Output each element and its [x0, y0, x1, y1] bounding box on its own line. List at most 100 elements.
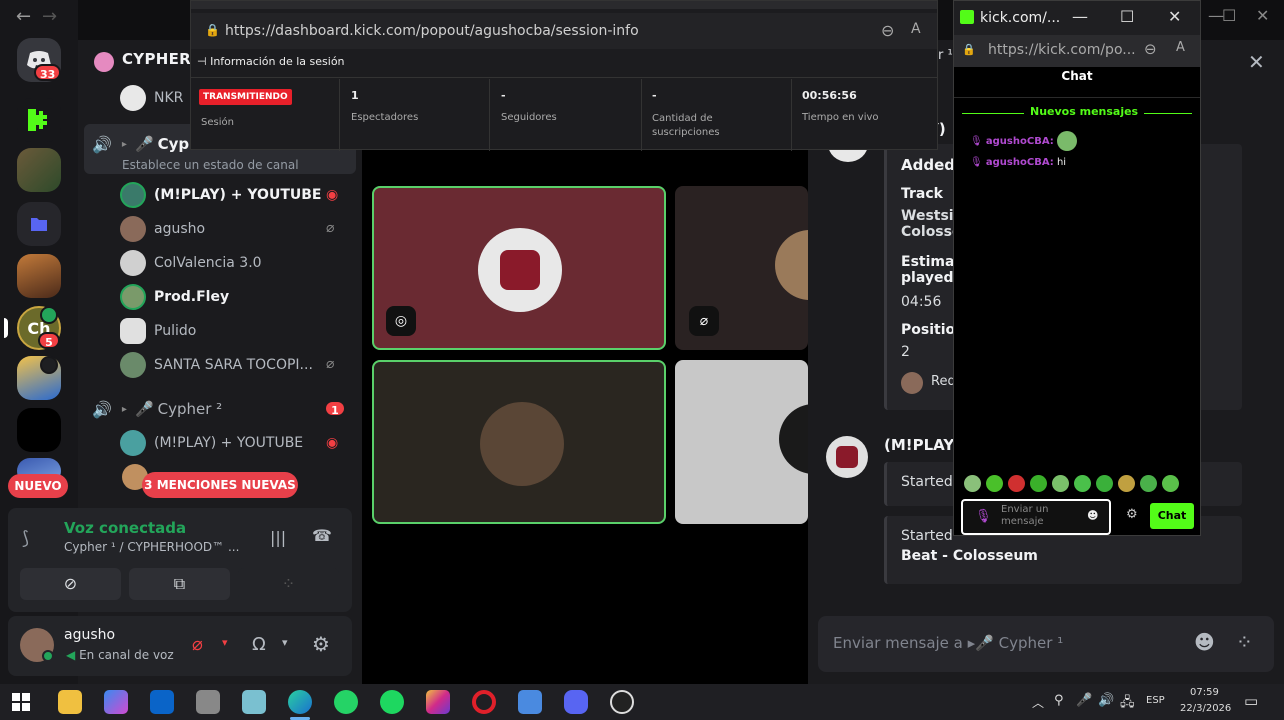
emote-icon[interactable]: [1052, 475, 1069, 492]
voice-channel-1[interactable]: 🔊 ▸ 🎤 Cypl: [92, 130, 194, 158]
folder-icon[interactable]: [17, 202, 61, 246]
emote-icon[interactable]: [986, 475, 1003, 492]
emote-icon[interactable]: [964, 475, 981, 492]
app-icon[interactable]: [196, 690, 220, 714]
headphones-icon[interactable]: Ω: [252, 634, 266, 655]
zoom-icon[interactable]: ⊖: [881, 21, 894, 40]
chat-username[interactable]: agushoCBA:: [986, 136, 1054, 147]
new-pill[interactable]: NUEVO: [8, 474, 68, 498]
message-input-placeholder[interactable]: Enviar mensaje a ▸🎤 Cypher ¹: [833, 634, 1063, 652]
obs-icon[interactable]: [610, 690, 634, 714]
activities-button[interactable]: ⁘: [238, 568, 339, 600]
server-name[interactable]: CYPHERI: [122, 50, 197, 68]
read-aloud-icon[interactable]: A: [1176, 40, 1185, 55]
server-icon-photo[interactable]: [17, 148, 61, 192]
volume-icon[interactable]: 🔊: [1098, 693, 1114, 708]
emote-icon[interactable]: [1030, 475, 1047, 492]
voice-tile[interactable]: [675, 360, 808, 524]
member-item[interactable]: (M!PLAY) + YOUTUBE: [120, 429, 303, 457]
usb-icon[interactable]: ⚲: [1054, 693, 1064, 708]
minimize-icon[interactable]: —: [1072, 7, 1088, 26]
copilot-icon[interactable]: [104, 690, 128, 714]
server-icon-black[interactable]: [17, 408, 61, 452]
chevron-down-icon[interactable]: ▾: [222, 636, 228, 649]
speaker-small-icon: ◀: [66, 648, 76, 662]
disconnect-icon[interactable]: ☎: [312, 526, 332, 545]
clock-date[interactable]: 22/3/2026: [1180, 703, 1231, 714]
outlook-icon[interactable]: [150, 690, 174, 714]
discord-icon[interactable]: [564, 690, 588, 714]
window-titlebar[interactable]: kick.com/... — ☐ ✕: [954, 1, 1200, 35]
member-item[interactable]: Prod.Fley: [120, 283, 229, 311]
member-item[interactable]: ColValencia 3.0: [120, 249, 262, 277]
mentions-pill[interactable]: 3 MENCIONES NUEVAS: [142, 472, 298, 498]
chat-input[interactable]: 🎙 Enviar un mensaje ☻: [961, 499, 1111, 535]
file-explorer-icon[interactable]: [58, 690, 82, 714]
voice-tile[interactable]: [372, 360, 666, 524]
voice-tile[interactable]: ⌀: [675, 186, 808, 350]
message-author[interactable]: (M!PLAY): [884, 436, 961, 454]
window-titlebar[interactable]: [191, 1, 937, 9]
edge-icon[interactable]: [288, 690, 312, 714]
url-text[interactable]: https://dashboard.kick.com/popout/agusho…: [225, 23, 639, 39]
notification-icon[interactable]: ▭: [1244, 692, 1258, 710]
emote-icon[interactable]: [1008, 475, 1025, 492]
zoom-icon[interactable]: ⊖: [1144, 40, 1157, 58]
read-aloud-icon[interactable]: A: [911, 21, 921, 37]
stream-icon: ◎: [386, 306, 416, 336]
emote-icon[interactable]: [1118, 475, 1135, 492]
member-item[interactable]: agusho: [120, 215, 205, 243]
network-icon[interactable]: 🖧: [1120, 693, 1135, 715]
whatsapp-icon[interactable]: [334, 690, 358, 714]
settings-gear-icon[interactable]: ⚙: [312, 632, 330, 656]
chat-username[interactable]: agushoCBA:: [986, 157, 1054, 168]
voice-tile[interactable]: ◎: [372, 186, 666, 350]
emoji-icon[interactable]: ☻: [1087, 509, 1098, 522]
member-item[interactable]: NKR: [120, 84, 183, 112]
chevron-down-icon[interactable]: ▾: [282, 636, 288, 649]
voice-channel-path[interactable]: Cypher ¹ / CYPHERHOOD™ ...: [64, 540, 239, 554]
windows-start-icon[interactable]: [12, 693, 30, 711]
mic-icon[interactable]: 🎤: [1076, 693, 1092, 708]
maximize-icon[interactable]: ☐: [1222, 6, 1236, 25]
author-avatar[interactable]: [826, 436, 868, 478]
emoji-icon[interactable]: ☻: [1194, 630, 1215, 654]
stat-value: -: [652, 89, 657, 102]
clock-time[interactable]: 07:59: [1190, 687, 1219, 698]
close-icon[interactable]: ✕: [1168, 7, 1181, 26]
user-panel: agusho ◀ En canal de voz ⌀ ▾ Ω ▾ ⚙: [8, 616, 352, 676]
url-text[interactable]: https://kick.com/po...: [988, 42, 1136, 58]
settings-gear-icon[interactable]: ⚙: [1126, 507, 1138, 522]
chat-send-button[interactable]: Chat: [1150, 503, 1194, 529]
message-input-box[interactable]: Enviar mensaje a ▸🎤 Cypher ¹ ☻ ⁘: [818, 616, 1274, 672]
app-icon[interactable]: [518, 690, 542, 714]
language-indicator[interactable]: ESP: [1146, 695, 1165, 706]
maximize-icon[interactable]: ☐: [1120, 7, 1134, 26]
emote-icon[interactable]: [1096, 475, 1113, 492]
soundboard-icon[interactable]: |||: [270, 528, 286, 547]
server-icon-character[interactable]: [17, 254, 61, 298]
member-item[interactable]: SANTA SARA TOCOPI...: [120, 351, 313, 379]
member-item[interactable]: Pulido: [120, 317, 196, 345]
member-item[interactable]: (M!PLAY) + YOUTUBE: [120, 181, 321, 209]
opera-icon[interactable]: [472, 690, 496, 714]
instagram-icon[interactable]: [426, 690, 450, 714]
voice-channel-2[interactable]: 🔊 ▸ 🎤 Cypher ²: [92, 395, 222, 423]
camera-off-button[interactable]: ⊘: [20, 568, 121, 600]
emote-icon[interactable]: [1162, 475, 1179, 492]
notepad-icon[interactable]: [242, 690, 266, 714]
back-arrow-icon[interactable]: ←: [16, 6, 31, 27]
apps-icon[interactable]: ⁘: [1236, 630, 1253, 654]
kick-server-icon[interactable]: [17, 98, 61, 142]
close-icon[interactable]: ✕: [1256, 6, 1269, 25]
channel-status-hint[interactable]: Establece un estado de canal: [122, 158, 299, 172]
username[interactable]: agusho: [64, 627, 115, 643]
screen-share-button[interactable]: ⧉: [129, 568, 230, 600]
chevron-up-icon[interactable]: ︿: [1032, 694, 1044, 711]
forward-arrow-icon[interactable]: →: [42, 6, 57, 27]
mic-muted-icon[interactable]: ⌀: [192, 634, 203, 655]
emote-icon[interactable]: [1140, 475, 1157, 492]
close-icon[interactable]: ✕: [1248, 50, 1265, 74]
spotify-icon[interactable]: [380, 690, 404, 714]
emote-icon[interactable]: [1074, 475, 1091, 492]
